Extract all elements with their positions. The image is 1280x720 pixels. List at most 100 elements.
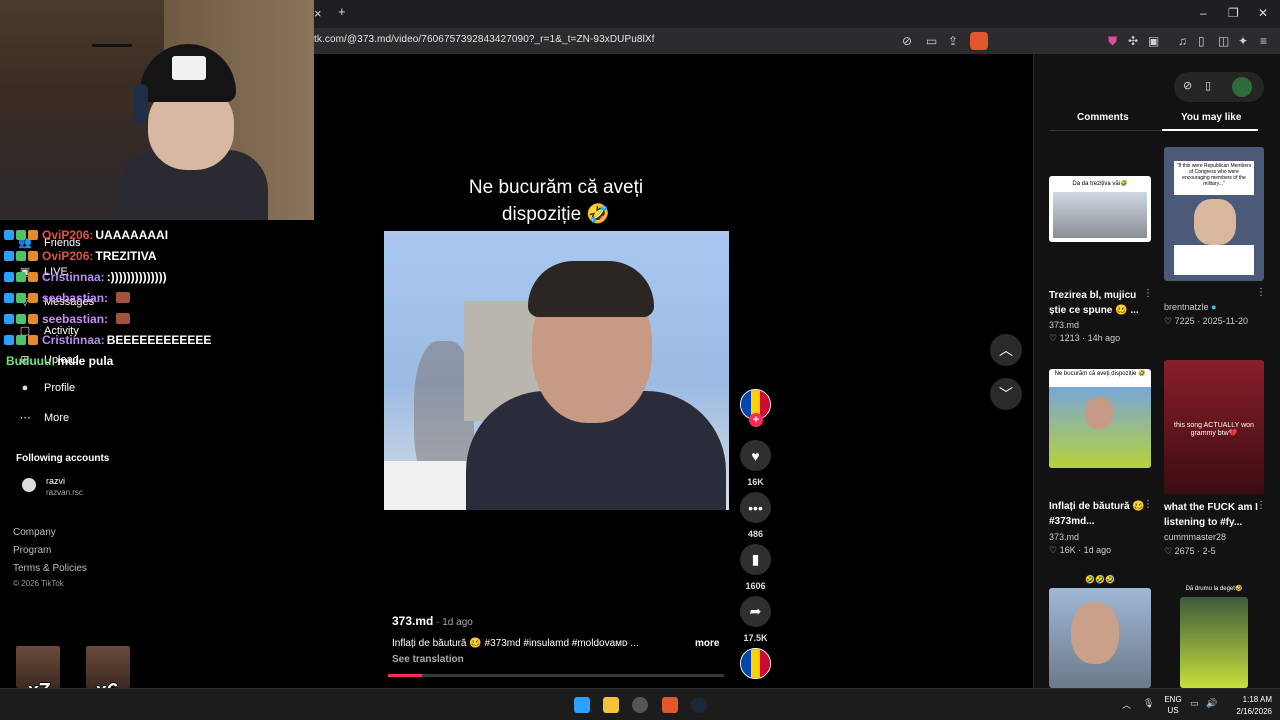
card-stats: ♡ 7225 · 2025-11-20 [1164, 316, 1248, 326]
file-explorer-icon[interactable] [603, 697, 619, 713]
card-date: 2025-11-20 [1202, 316, 1248, 326]
chat-username: Cristinnaa: [42, 332, 105, 347]
card-author-name[interactable]: brentnatzle [1164, 302, 1209, 312]
address-bar[interactable]: tk.com/@373.md/video/7606757392843427090… [314, 28, 1280, 54]
tab-comments[interactable]: Comments [1077, 112, 1129, 123]
network-icon[interactable]: ▭ [1190, 698, 1199, 709]
brave-browser-icon[interactable] [662, 697, 678, 713]
card-author[interactable]: 373.md [1049, 320, 1079, 330]
windows-taskbar: ︿ 🎙 ENG US ▭ 🔊 1:18 AM 2/16/2026 [0, 688, 1280, 720]
extensions-icon[interactable]: ✣ [1128, 34, 1138, 48]
tab-close-icon[interactable]: × [314, 6, 322, 21]
no-tracking-icon[interactable]: ⊘ [902, 34, 912, 48]
card-title[interactable]: Inflați de băutură 🥴 #373md... [1049, 499, 1151, 529]
menu-icon[interactable]: ≡ [1260, 34, 1267, 48]
sound-avatar[interactable] [740, 648, 771, 679]
video-thumbnail[interactable]: "If this were Republican Members of Cong… [1164, 147, 1264, 281]
avatar [22, 478, 36, 492]
follow-plus-button[interactable]: + [749, 413, 763, 427]
url-text[interactable]: tk.com/@373.md/video/7606757392843427090… [314, 34, 655, 45]
tab-manager-icon[interactable]: ▣ [1148, 34, 1159, 48]
brave-shields-icon[interactable] [970, 32, 988, 50]
chat-badge-icon [16, 229, 26, 240]
share-button[interactable]: ➦ [740, 596, 771, 627]
more-icon: ⋯ [19, 412, 31, 424]
microphone-icon[interactable]: 🎙 [1143, 698, 1154, 709]
footer-link-program[interactable]: Program [13, 545, 51, 556]
chat-username: Cristinnaa: [42, 269, 105, 284]
webcam-overlay [0, 0, 314, 220]
card-author[interactable]: cummmaster28 [1164, 532, 1226, 542]
cast-icon[interactable]: ▭ [926, 34, 937, 48]
card-author[interactable]: 373.md [1049, 532, 1079, 542]
video-thumbnail[interactable]: this song ACTUALLY won grammy btw💔 [1164, 360, 1264, 494]
card-author[interactable]: brentnatzle ● [1164, 302, 1216, 312]
restore-button[interactable]: ❐ [1228, 6, 1239, 20]
card-title[interactable]: Trezirea bl, mujicu știe ce spune 🥴 ... [1049, 288, 1151, 318]
sidebar-item-profile[interactable]: ● Profile [18, 382, 76, 394]
video-author[interactable]: 373.md · 1d ago [392, 614, 473, 628]
share-icon[interactable]: ⇪ [948, 34, 958, 48]
chat-message: Cristinnaa: BEEEEEEEEEEEE [4, 329, 314, 350]
chat-message: seebastian: [4, 308, 314, 329]
sidebar-item-label: Profile [44, 382, 76, 394]
avatar[interactable] [1232, 77, 1252, 97]
close-window-button[interactable]: ✕ [1258, 6, 1268, 20]
footer-link-company[interactable]: Company [13, 527, 56, 538]
video-player[interactable] [384, 231, 729, 510]
comment-button[interactable]: ••• [740, 492, 771, 523]
video-thumbnail[interactable] [1180, 597, 1248, 688]
compass-icon[interactable]: ⊘ [1183, 79, 1192, 92]
video-thumbnail[interactable]: Da da trezițiva văi🤣 [1049, 176, 1151, 242]
show-hidden-icons[interactable]: ︿ [1122, 698, 1131, 711]
chat-text: BEEEEEEEEEEEE [106, 332, 212, 347]
sidebar-toggle-icon[interactable]: ▯ [1198, 34, 1205, 48]
obs-icon[interactable] [632, 697, 648, 713]
tab-you-may-like[interactable]: You may like [1181, 112, 1241, 123]
author-name[interactable]: 373.md [392, 614, 433, 628]
comment-icon: ••• [748, 499, 763, 516]
shield-icon[interactable]: ⛊ [1108, 34, 1117, 49]
bookmark-icon: ▮ [751, 551, 760, 567]
steam-icon[interactable] [691, 697, 707, 713]
chat-badge-icon [16, 271, 26, 282]
thumbnail-caption: Da da trezițiva văi🤣 [1072, 181, 1128, 187]
volume-icon[interactable]: 🔊 [1206, 698, 1217, 709]
video-progress-bar[interactable] [388, 674, 724, 677]
more-options-icon[interactable]: ⋮ [1256, 500, 1266, 511]
sidebar-item-more[interactable]: ⋯ More [18, 411, 70, 425]
more-options-icon[interactable]: ⋮ [1256, 287, 1266, 298]
next-video-button[interactable]: ﹀ [990, 378, 1022, 410]
chevron-down-icon: ﹀ [999, 386, 1013, 402]
like-button[interactable]: ♥ [740, 440, 771, 471]
phone-icon[interactable]: ▯ [1205, 79, 1211, 92]
footer-link-terms[interactable]: Terms & Policies [13, 563, 87, 574]
music-icon[interactable]: ♫ [1178, 34, 1187, 48]
chat-text: TREZITIVA [95, 248, 157, 263]
chat-username: seebastian: [42, 311, 109, 326]
video-thumbnail[interactable] [1049, 588, 1151, 688]
video-thumbnail[interactable]: Ne bucurăm că aveți dispoziție 🤣 [1049, 369, 1151, 468]
language-indicator[interactable]: ENG US [1162, 694, 1184, 716]
card-date: 2-5 [1202, 546, 1216, 556]
windows-start-icon[interactable] [574, 697, 590, 713]
system-clock[interactable]: 1:18 AM 2/16/2026 [1222, 694, 1272, 718]
more-options-icon[interactable]: ⋮ [1143, 499, 1153, 510]
chat-message: Buduuu: muie pula [4, 350, 314, 371]
minimize-button[interactable]: – [1200, 6, 1207, 20]
chat-emote-icon [116, 292, 131, 303]
wallet-icon[interactable]: ◫ [1218, 34, 1229, 48]
see-translation-link[interactable]: See translation [392, 654, 464, 665]
save-button[interactable]: ▮ [740, 544, 771, 575]
previous-video-button[interactable]: ︿ [990, 334, 1022, 366]
leo-ai-icon[interactable]: ✦ [1238, 34, 1248, 48]
card-likes: 2675 [1174, 546, 1195, 556]
more-link[interactable]: more [695, 638, 719, 649]
chat-badge-icon [16, 313, 26, 324]
card-stats: ♡ 16K · 1d ago [1049, 545, 1112, 555]
more-options-icon[interactable]: ⋮ [1143, 288, 1153, 299]
new-tab-button[interactable]: + [338, 4, 346, 19]
card-title[interactable]: what the FUCK am I listening to #fy... [1164, 500, 1260, 530]
card-stats: ♡ 2675 · 2-5 [1164, 546, 1216, 556]
cap-logo [172, 56, 206, 80]
